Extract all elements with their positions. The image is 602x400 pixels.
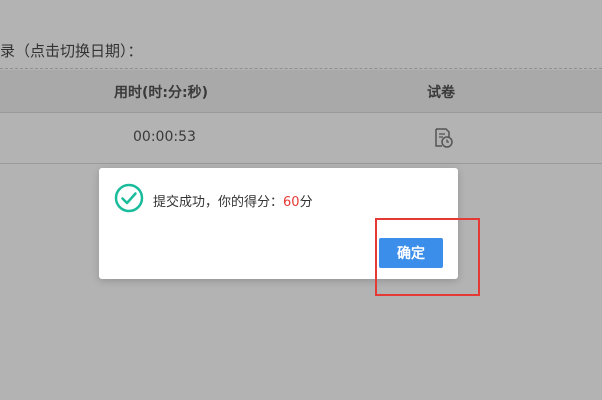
check-circle-icon [114, 183, 144, 213]
column-header-time: 用时(时:分:秒) [114, 85, 208, 101]
score-value: 60 [283, 195, 300, 210]
highlight-annotation [375, 218, 480, 296]
table-row: 00:00:53 [0, 113, 602, 164]
divider [0, 68, 602, 69]
section-title: 录（点击切换日期）： [0, 42, 143, 60]
document-clock-icon[interactable] [432, 127, 454, 149]
result-message: 提交成功，你的得分：60分 [153, 191, 313, 210]
table-header: 用时(时:分:秒) 试卷 [0, 70, 602, 113]
column-header-paper: 试卷 [427, 85, 455, 101]
row-time: 00:00:53 [133, 129, 196, 145]
message-text: 提交成功，你的得分： [153, 195, 284, 210]
score-unit: 分 [299, 195, 313, 210]
